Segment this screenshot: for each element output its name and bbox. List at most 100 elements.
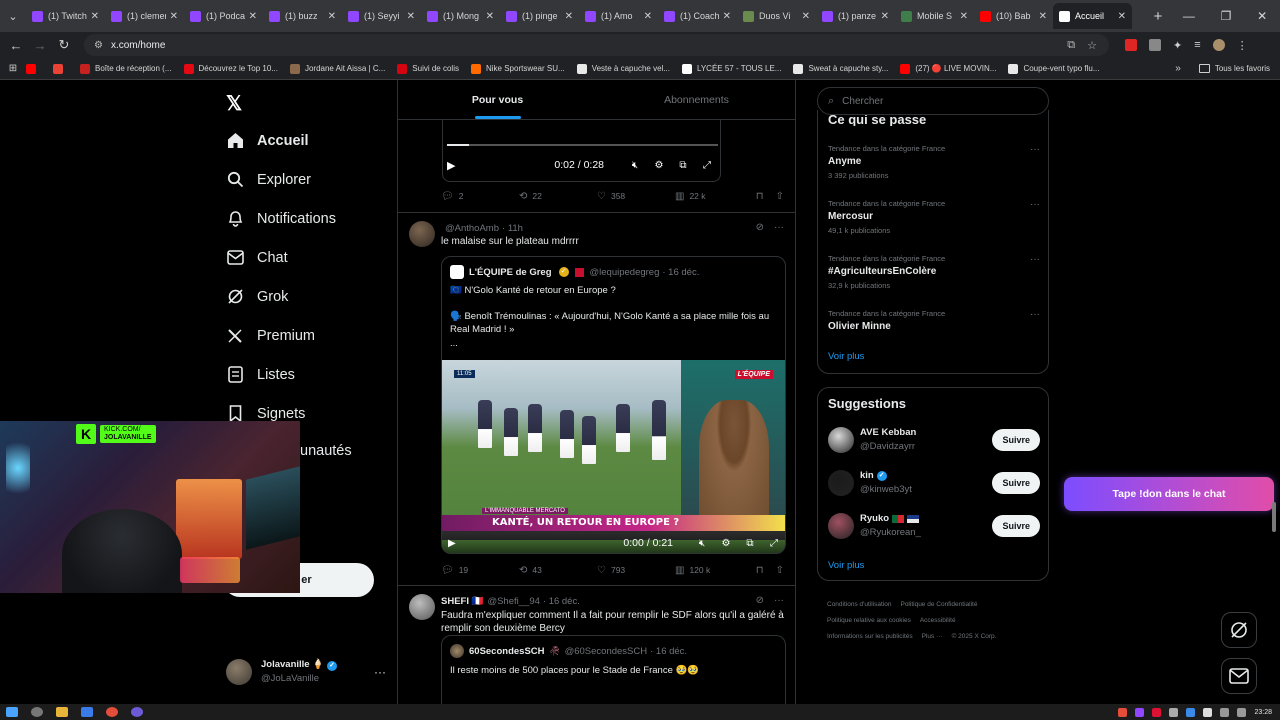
trend-item[interactable]: Tendance dans la catégorie France #Agricu… (828, 254, 1040, 292)
close-tab-icon[interactable]: ✕ (1118, 11, 1126, 22)
new-tab-button[interactable]: + (1146, 8, 1170, 25)
footer-link[interactable]: Informations sur les publicités (827, 629, 913, 645)
bookmark-item[interactable]: Coupe-vent typo flu... (1008, 63, 1100, 74)
play-icon[interactable]: ▶ (447, 159, 461, 172)
all-bookmarks-folder[interactable]: Tous les favoris (1198, 64, 1270, 73)
tweet-time[interactable]: · 11h (502, 223, 523, 234)
close-tab-icon[interactable]: ✕ (170, 11, 178, 22)
share-icon[interactable]: ⇧ (776, 191, 784, 202)
nav-item-mail[interactable]: Chat (226, 238, 386, 277)
x-logo-icon[interactable]: 𝕏 (226, 91, 242, 116)
browser-tab[interactable]: (1) Coach ✕ (658, 3, 737, 29)
tray-icon[interactable] (1135, 707, 1145, 717)
close-tab-icon[interactable]: ✕ (328, 11, 336, 22)
browser-tab[interactable]: (1) panze ✕ (816, 3, 895, 29)
author-name[interactable]: SHEFI 🇫🇷 (441, 596, 483, 607)
picture-in-picture-icon[interactable]: ⧉ (676, 160, 690, 171)
close-tab-icon[interactable]: ✕ (565, 11, 573, 22)
bookmark-item[interactable]: Suivi de colis (397, 63, 459, 74)
wifi-icon[interactable] (1220, 707, 1230, 717)
browser-tab[interactable]: (1) pinge ✕ (500, 3, 579, 29)
video-player[interactable]: 11:05 L'ÉQUIPE L'IMMANQUABLE MERCATO KAN… (442, 360, 785, 553)
bookmark-item[interactable]: Découvrez le Top 10... (183, 63, 278, 74)
nav-item-search[interactable]: Explorer (226, 160, 386, 199)
author-handle[interactable]: @AnthoAmb (445, 223, 499, 234)
footer-link[interactable]: Conditions d'utilisation (827, 597, 891, 613)
browser-tab[interactable]: Duos Vi ✕ (737, 3, 816, 29)
taskbar-app-icon[interactable] (131, 707, 143, 717)
close-window-button[interactable]: ✕ (1257, 9, 1267, 23)
nav-item-home[interactable]: Accueil (226, 121, 386, 160)
avatar[interactable] (409, 221, 435, 247)
footer-link[interactable]: Plus ··· (922, 629, 943, 645)
tab-for-you[interactable]: Pour vous (398, 80, 597, 119)
puzzle-icon[interactable]: ✦ (1173, 39, 1182, 52)
tray-icon[interactable] (1169, 707, 1179, 717)
search-input[interactable] (842, 95, 1023, 107)
chrome-icon[interactable] (106, 707, 118, 717)
bookmark-item[interactable]: Veste à capuche vel... (576, 63, 670, 74)
trend-item[interactable]: Tendance dans la catégorie France Olivier… (828, 309, 1040, 335)
more-icon[interactable]: ··· (1030, 144, 1040, 155)
browser-tab[interactable]: (1) Mong ✕ (421, 3, 500, 29)
tweet[interactable]: @AnthoAmb · 11h ⊘ ··· le malaise sur le p… (398, 212, 795, 585)
follow-button[interactable]: Suivre (992, 472, 1040, 494)
bookmark-item[interactable]: Jordane Ait Aissa | C... (289, 63, 385, 74)
bookmark-star-icon[interactable]: ☆ (1087, 39, 1097, 52)
extension-icon[interactable] (1149, 39, 1161, 51)
footer-link[interactable]: Politique de Confidentialité (900, 597, 977, 613)
nav-item-list[interactable]: Listes (226, 355, 386, 394)
address-bar[interactable]: ⚙ x.com/home ⧉ ☆ (84, 34, 1109, 56)
settings-icon[interactable]: ⚙ (652, 160, 666, 171)
tweet[interactable]: SHEFI 🇫🇷 @Shefi__94 · 16 déc. ⊘ ··· Faudr… (398, 585, 795, 704)
nav-item-grok[interactable]: Grok (226, 277, 386, 316)
more-icon[interactable]: ··· (774, 222, 784, 233)
close-tab-icon[interactable]: ✕ (802, 11, 810, 22)
close-tab-icon[interactable]: ✕ (960, 11, 968, 22)
follow-button[interactable]: Suivre (992, 515, 1040, 537)
profile-avatar-icon[interactable] (1212, 39, 1225, 51)
browser-tab[interactable]: (1) buzz ✕ (263, 3, 342, 29)
video-player[interactable]: ▶ 0:02 / 0:28 🔇︎ ⚙ ⧉ ⤢ (442, 120, 721, 182)
bookmark-item[interactable]: Boîte de réception (... (80, 63, 172, 74)
browser-menu-icon[interactable]: ⋮ (1237, 39, 1248, 52)
play-icon[interactable]: ▶ (448, 538, 456, 549)
tray-icon[interactable] (1118, 707, 1128, 717)
follow-button[interactable]: Suivre (992, 429, 1040, 451)
site-info-icon[interactable]: ⚙ (94, 40, 103, 51)
nav-item-bell[interactable]: Notifications (226, 199, 386, 238)
author-handle[interactable]: @Shefi__94 (487, 596, 539, 607)
more-icon[interactable]: ··· (1030, 254, 1040, 265)
trends-show-more-link[interactable]: Voir plus (828, 351, 864, 362)
close-tab-icon[interactable]: ✕ (723, 11, 731, 22)
messages-floating-button[interactable] (1221, 658, 1257, 694)
browser-tab[interactable]: (10) Bab ✕ (974, 3, 1053, 29)
bookmark-item[interactable]: Sweat à capuche sty... (793, 63, 888, 74)
suggested-user[interactable]: AVE Kebban @Davidzayrr Suivre (828, 425, 1040, 455)
grok-floating-button[interactable] (1221, 612, 1257, 648)
reply-button[interactable]: 💬︎ 19 (441, 565, 519, 576)
fullscreen-icon[interactable]: ⤢ (767, 538, 781, 549)
tweet-time[interactable]: · 16 déc. (543, 596, 580, 607)
like-button[interactable]: ♡ 793 (597, 565, 675, 576)
more-icon[interactable]: ··· (1030, 199, 1040, 210)
video-progress-bar[interactable] (447, 144, 718, 146)
reload-button[interactable]: ↻ (52, 37, 76, 53)
mute-icon[interactable]: 🔇︎ (628, 160, 642, 171)
maximize-button[interactable]: ❐ (1221, 9, 1232, 23)
avatar[interactable] (409, 594, 435, 620)
bookmark-item[interactable]: (27) 🔴 LIVE MOVIN... (900, 63, 996, 74)
account-switcher[interactable]: Jolavanille 🍦 ✓ @JoLaVanille ··· (226, 657, 386, 687)
extension-icon[interactable] (1125, 39, 1137, 51)
suggestions-show-more-link[interactable]: Voir plus (828, 560, 864, 571)
bookmark-icon[interactable]: ⊓ (756, 565, 764, 576)
suggested-user[interactable]: Ryuko @Ryukorean_ Suivre (828, 511, 1040, 541)
tray-icon[interactable] (1186, 707, 1196, 717)
more-icon[interactable]: ··· (774, 595, 784, 606)
quoted-tweet[interactable]: 60SecondesSCH 🥀︎ @60SecondesSCH · 16 déc… (441, 635, 786, 704)
repost-button[interactable]: ⟲ 43 (519, 565, 597, 576)
repost-button[interactable]: ⟲ 22 (519, 191, 597, 202)
tab-search-button[interactable]: ⌄ (0, 0, 26, 32)
nav-item-communities-fragment[interactable]: unautés (300, 443, 352, 459)
install-app-icon[interactable]: ⧉ (1067, 39, 1075, 52)
